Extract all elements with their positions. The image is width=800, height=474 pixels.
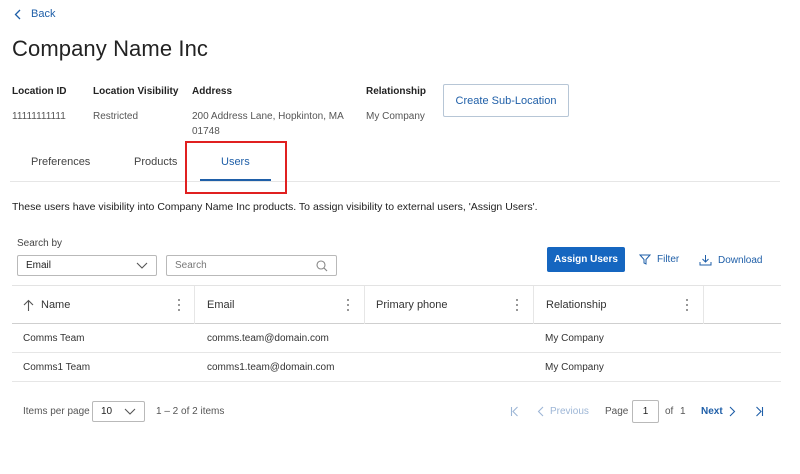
column-header-relationship-label: Relationship bbox=[546, 299, 607, 311]
table-row[interactable]: Comms1 Team comms1.team@domain.com My Co… bbox=[12, 353, 781, 382]
column-menu-icon[interactable] bbox=[682, 299, 692, 311]
cell-relationship: My Company bbox=[545, 333, 604, 344]
items-per-page-value: 10 bbox=[101, 406, 113, 417]
column-divider bbox=[194, 286, 195, 324]
chevron-down-icon bbox=[136, 262, 148, 269]
chevron-right-icon bbox=[729, 406, 735, 417]
last-page-icon bbox=[756, 406, 764, 417]
download-button[interactable]: Download bbox=[699, 254, 762, 266]
of-label: of bbox=[665, 406, 674, 417]
download-icon bbox=[699, 255, 712, 266]
address-line2: 01748 bbox=[192, 126, 220, 137]
next-label: Next bbox=[701, 406, 723, 417]
search-by-label: Search by bbox=[17, 238, 63, 249]
cell-relationship: My Company bbox=[545, 362, 604, 373]
filter-button[interactable]: Filter bbox=[639, 254, 679, 265]
first-page-icon bbox=[510, 406, 518, 417]
page-number-input[interactable] bbox=[632, 400, 659, 423]
highlight-annotation-box bbox=[185, 141, 287, 194]
column-divider bbox=[364, 286, 365, 324]
tab-bar: Preferences Products Users bbox=[10, 150, 780, 182]
column-menu-icon[interactable] bbox=[174, 299, 184, 311]
address-label: Address bbox=[192, 86, 233, 97]
location-id-value: 11111111111 bbox=[12, 111, 66, 122]
cell-email: comms1.team@domain.com bbox=[207, 362, 335, 373]
item-range: 1 – 2 of 2 items bbox=[156, 406, 225, 417]
page-title: Company Name Inc bbox=[12, 36, 209, 61]
items-per-page-label: Items per page bbox=[23, 406, 90, 417]
filter-icon bbox=[639, 254, 651, 265]
tab-products[interactable]: Products bbox=[134, 156, 177, 168]
last-page-button[interactable] bbox=[755, 406, 764, 417]
cell-name: Comms Team bbox=[23, 333, 85, 344]
tab-preferences[interactable]: Preferences bbox=[31, 156, 90, 168]
table-row[interactable]: Comms Team comms.team@domain.com My Comp… bbox=[12, 324, 781, 353]
users-description: These users have visibility into Company… bbox=[12, 201, 538, 213]
column-header-email-label: Email bbox=[207, 299, 235, 311]
location-id-label: Location ID bbox=[12, 86, 67, 97]
search-icon[interactable] bbox=[316, 259, 328, 272]
column-menu-icon[interactable] bbox=[512, 299, 522, 311]
relationship-label: Relationship bbox=[366, 86, 427, 97]
chevron-down-icon bbox=[124, 408, 136, 415]
table-header: Name Email Primary phone Relationship bbox=[12, 285, 781, 324]
relationship-value: My Company bbox=[366, 111, 425, 122]
chevron-left-icon bbox=[537, 406, 544, 417]
users-table: Name Email Primary phone Relationship Co… bbox=[12, 285, 781, 382]
cell-name: Comms1 Team bbox=[23, 362, 91, 373]
address-group: Address 200 Address Lane, Hopkinton, MA … bbox=[192, 86, 344, 139]
column-menu-icon[interactable] bbox=[343, 299, 353, 311]
search-input[interactable] bbox=[175, 260, 305, 271]
assign-users-button[interactable]: Assign Users bbox=[547, 247, 625, 272]
location-visibility-group: Location Visibility Restricted bbox=[93, 86, 178, 124]
search-box bbox=[166, 255, 337, 276]
relationship-group: Relationship My Company bbox=[366, 86, 426, 124]
search-field-value: Email bbox=[26, 260, 52, 271]
back-label: Back bbox=[31, 8, 56, 20]
chevron-left-icon bbox=[14, 9, 21, 19]
download-label: Download bbox=[718, 254, 763, 266]
items-per-page-select[interactable]: 10 bbox=[92, 401, 145, 422]
column-header-phone[interactable]: Primary phone bbox=[376, 286, 448, 324]
next-page-button[interactable]: Next bbox=[701, 406, 736, 417]
column-divider bbox=[703, 286, 704, 324]
column-header-name[interactable]: Name bbox=[23, 286, 70, 324]
column-header-email[interactable]: Email bbox=[207, 286, 235, 324]
create-sub-location-button[interactable]: Create Sub-Location bbox=[443, 84, 569, 117]
total-pages: 1 bbox=[680, 406, 686, 417]
cell-email: comms.team@domain.com bbox=[207, 333, 329, 344]
column-header-phone-label: Primary phone bbox=[376, 299, 448, 311]
location-id-group: Location ID 11111111111 bbox=[12, 86, 66, 124]
address-line1: 200 Address Lane, Hopkinton, MA bbox=[192, 111, 344, 122]
back-link[interactable]: Back bbox=[14, 8, 55, 20]
address-value: 200 Address Lane, Hopkinton, MA 01748 bbox=[192, 109, 344, 139]
column-divider bbox=[533, 286, 534, 324]
filter-label: Filter bbox=[657, 254, 680, 265]
previous-page-button[interactable]: Previous bbox=[537, 406, 589, 417]
search-field-select[interactable]: Email bbox=[17, 255, 157, 276]
page-label: Page bbox=[605, 406, 629, 417]
column-header-name-label: Name bbox=[41, 299, 71, 311]
sort-ascending-icon bbox=[23, 299, 34, 311]
location-visibility-label: Location Visibility bbox=[93, 86, 179, 97]
column-header-relationship[interactable]: Relationship bbox=[546, 286, 607, 324]
first-page-button[interactable] bbox=[510, 406, 519, 417]
location-visibility-value: Restricted bbox=[93, 111, 139, 122]
previous-label: Previous bbox=[550, 406, 589, 417]
